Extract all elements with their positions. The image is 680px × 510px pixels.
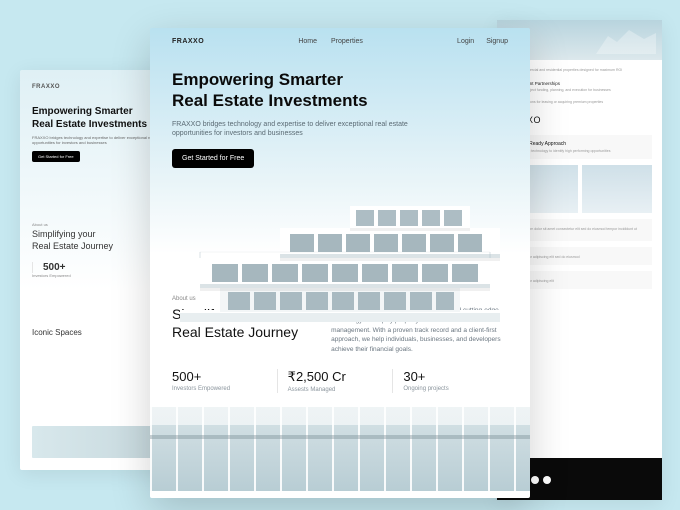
brand-logo[interactable]: FRAXXO <box>172 38 204 45</box>
top-nav: FRAXXO Home Properties Login Signup <box>150 28 530 55</box>
nav-home[interactable]: Home <box>298 38 317 45</box>
nav-auth: Login Signup <box>457 38 508 45</box>
get-started-button[interactable]: Get Started for Free <box>172 149 254 168</box>
about-title: Simplifying your Real Estate Journey <box>172 305 313 341</box>
main-landing-page: FRAXXO Home Properties Login Signup Empo… <box>150 28 530 498</box>
nav-links: Home Properties <box>298 38 363 45</box>
signup-link[interactable]: Signup <box>486 38 508 45</box>
nav-properties[interactable]: Properties <box>331 38 363 45</box>
about-body: FRAXXO combines innovative strategies an… <box>331 296 508 355</box>
building-gallery-image <box>150 407 530 491</box>
linkedin-icon <box>543 476 551 484</box>
bg-left-cta: Get Started for Free <box>32 151 80 162</box>
hero-title: Empowering Smarter Real Estate Investmen… <box>172 69 508 112</box>
stat-projects: 30+ Ongoing projects <box>392 369 508 393</box>
stats-row: 500+ Investors Empowered ₹2,500 Cr Asses… <box>150 355 530 393</box>
hero-section: Empowering Smarter Real Estate Investmen… <box>150 55 530 168</box>
stat-assets: ₹2,500 Cr Assests Managed <box>277 369 393 393</box>
about-label: About us <box>172 296 313 302</box>
login-link[interactable]: Login <box>457 38 474 45</box>
stat-investors: 500+ Investors Empowered <box>172 369 277 393</box>
twitter-icon <box>531 476 539 484</box>
hero-subtitle: FRAXXO bridges technology and expertise … <box>172 120 412 140</box>
about-section: About us Simplifying your Real Estate Jo… <box>150 284 530 355</box>
